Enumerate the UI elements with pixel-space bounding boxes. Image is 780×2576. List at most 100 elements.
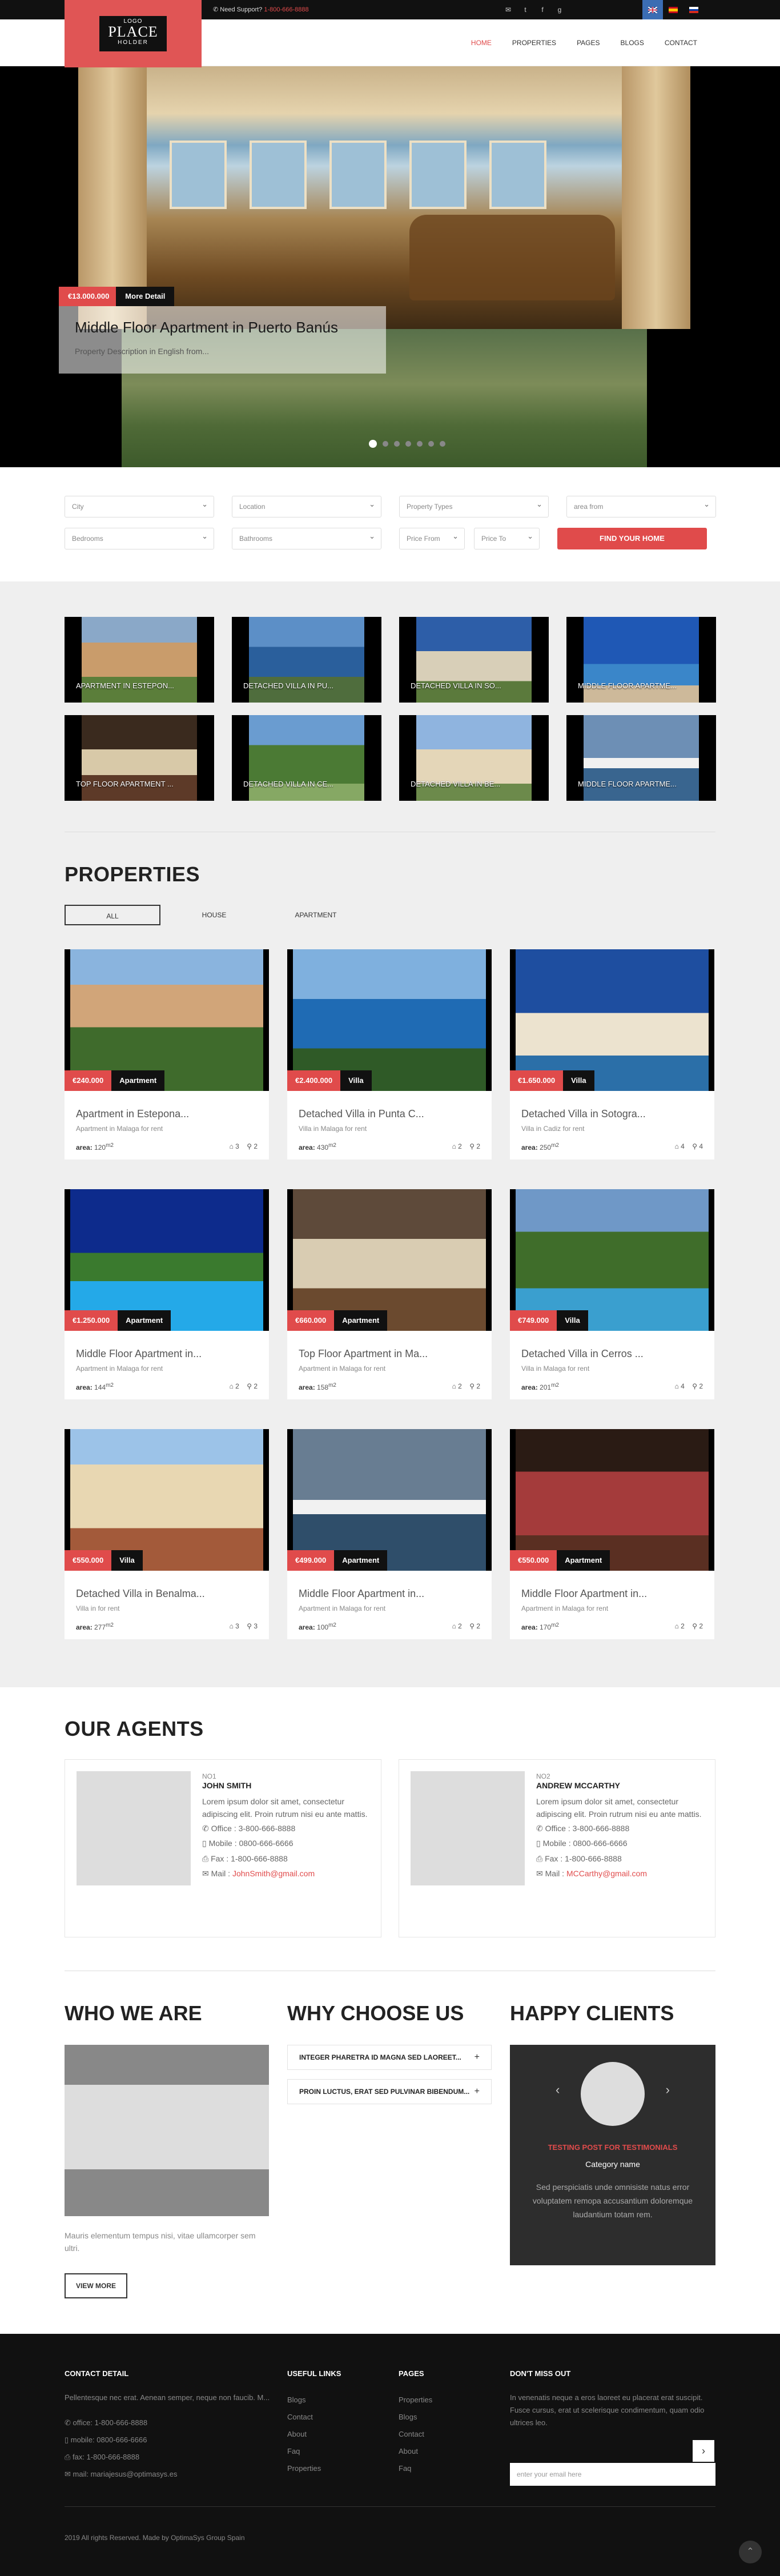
- agent-name[interactable]: ANDREW MCCARTHY: [536, 1780, 702, 1791]
- flag-ru-icon[interactable]: [683, 0, 704, 19]
- property-card[interactable]: €749.000 Villa Detached Villa in Cerros ..…: [510, 1189, 714, 1399]
- footer-page-about[interactable]: About: [399, 2443, 432, 2460]
- property-price: €499.000: [287, 1550, 335, 1571]
- footer-link-faq[interactable]: Faq: [287, 2443, 341, 2460]
- property-meta: area: 250m2 ⌂ 4 ⚲ 4: [521, 1142, 703, 1151]
- property-photo[interactable]: €2.400.000 Villa: [287, 949, 492, 1091]
- location-select[interactable]: Location: [232, 496, 381, 517]
- property-title[interactable]: Middle Floor Apartment in...: [76, 1348, 269, 1360]
- main-nav: HOME PROPERTIES PAGES BLOGS CONTACT: [471, 39, 697, 47]
- accordion-item[interactable]: INTEGER PHARETRA ID MAGNA SED LAOREET...: [287, 2045, 492, 2070]
- property-title[interactable]: Detached Villa in Benalma...: [76, 1588, 269, 1600]
- property-card[interactable]: €240.000 Apartment Apartment in Estepona..…: [65, 949, 269, 1159]
- footer-link-about[interactable]: About: [287, 2426, 341, 2443]
- property-photo[interactable]: €1.250.000 Apartment: [65, 1189, 269, 1331]
- property-baths: 2: [699, 1382, 703, 1390]
- footer-page-properties[interactable]: Properties: [399, 2392, 432, 2409]
- slider-dot[interactable]: [417, 441, 423, 447]
- property-types-select[interactable]: Property Types: [399, 496, 549, 517]
- property-card[interactable]: €2.400.000 Villa Detached Villa in Punta C…: [287, 949, 492, 1159]
- filter-apartment[interactable]: APARTMENT: [268, 905, 364, 925]
- property-title[interactable]: Detached Villa in Cerros ...: [521, 1348, 714, 1360]
- more-detail-button[interactable]: More Detail: [116, 287, 175, 306]
- price-from-select[interactable]: Price From: [399, 528, 465, 549]
- footer-page-faq[interactable]: Faq: [399, 2460, 432, 2477]
- googleplus-icon[interactable]: g: [554, 4, 565, 15]
- property-title[interactable]: Apartment in Estepona...: [76, 1108, 269, 1120]
- filter-house[interactable]: HOUSE: [166, 905, 262, 925]
- footer-link-blogs[interactable]: Blogs: [287, 2392, 341, 2409]
- featured-tile[interactable]: DETACHED VILLA IN SO...: [399, 617, 549, 703]
- mail-icon[interactable]: ✉: [502, 4, 514, 15]
- flag-en-icon[interactable]: [642, 0, 663, 19]
- property-title[interactable]: Detached Villa in Sotogra...: [521, 1108, 714, 1120]
- bathrooms-select[interactable]: Bathrooms: [232, 528, 381, 549]
- property-card[interactable]: €499.000 Apartment Middle Floor Apartment …: [287, 1429, 492, 1639]
- city-select[interactable]: City: [65, 496, 214, 517]
- hero-title[interactable]: Middle Floor Apartment in Puerto Banús: [75, 319, 370, 336]
- property-photo[interactable]: €749.000 Villa: [510, 1189, 714, 1331]
- chevron-left-icon[interactable]: ‹: [556, 2083, 560, 2097]
- accordion-item[interactable]: PROIN LUCTUS, ERAT SED PULVINAR BIBENDUM…: [287, 2079, 492, 2104]
- property-photo[interactable]: €660.000 Apartment: [287, 1189, 492, 1331]
- slider-dot[interactable]: [405, 441, 411, 447]
- slider-dot[interactable]: [440, 441, 445, 447]
- area-from-select[interactable]: area from: [566, 496, 716, 517]
- view-more-button[interactable]: VIEW MORE: [65, 2273, 127, 2298]
- arrow-right-icon[interactable]: ›: [693, 2440, 714, 2462]
- logo[interactable]: LOGO PLACE HOLDER: [65, 0, 202, 67]
- flag-es-icon[interactable]: [663, 0, 683, 19]
- property-card[interactable]: €1.650.000 Villa Detached Villa in Sotogra…: [510, 949, 714, 1159]
- find-your-home-button[interactable]: FIND YOUR HOME: [557, 528, 707, 549]
- featured-tile[interactable]: DETACHED VILLA IN CE...: [232, 715, 381, 801]
- footer-page-blogs[interactable]: Blogs: [399, 2409, 432, 2426]
- property-photo[interactable]: €240.000 Apartment: [65, 949, 269, 1091]
- property-title[interactable]: Detached Villa in Punta C...: [299, 1108, 492, 1120]
- property-photo[interactable]: €550.000 Apartment: [510, 1429, 714, 1571]
- property-card[interactable]: €660.000 Apartment Top Floor Apartment in …: [287, 1189, 492, 1399]
- slider-dot[interactable]: [428, 441, 434, 447]
- footer-page-contact[interactable]: Contact: [399, 2426, 432, 2443]
- featured-tile[interactable]: MIDDLE FLOOR APARTME...: [566, 617, 716, 703]
- facebook-icon[interactable]: f: [537, 4, 548, 15]
- featured-tile[interactable]: DETACHED VILLA IN PU...: [232, 617, 381, 703]
- property-title[interactable]: Middle Floor Apartment in...: [521, 1588, 714, 1600]
- support-info: ✆ Need Support? 1-800-666-8888: [213, 6, 309, 13]
- property-photo[interactable]: €550.000 Villa: [65, 1429, 269, 1571]
- property-title[interactable]: Top Floor Apartment in Ma...: [299, 1348, 492, 1360]
- property-photo[interactable]: €499.000 Apartment: [287, 1429, 492, 1571]
- agent-office: ✆ Office : 3-800-666-8888: [202, 1824, 296, 1833]
- nav-pages[interactable]: PAGES: [577, 39, 600, 47]
- bedrooms-select[interactable]: Bedrooms: [65, 528, 214, 549]
- slider-dot[interactable]: [394, 441, 400, 447]
- filter-all[interactable]: ALL: [65, 905, 160, 925]
- chevron-right-icon[interactable]: ›: [666, 2083, 670, 2097]
- price-to-select[interactable]: Price To: [474, 528, 540, 549]
- bath-icon: ⚲: [692, 1622, 699, 1630]
- support-phone[interactable]: 1-800-666-8888: [264, 6, 308, 13]
- scroll-to-top-icon[interactable]: ⌃: [739, 2541, 762, 2563]
- nav-blogs[interactable]: BLOGS: [621, 39, 644, 47]
- property-card[interactable]: €1.250.000 Apartment Middle Floor Apartmen…: [65, 1189, 269, 1399]
- who-we-are-text: Mauris elementum tempus nisi, vitae ulla…: [65, 2231, 256, 2253]
- property-card[interactable]: €550.000 Villa Detached Villa in Benalma..…: [65, 1429, 269, 1639]
- property-photo[interactable]: €1.650.000 Villa: [510, 949, 714, 1091]
- slider-dots: [0, 440, 780, 448]
- property-title[interactable]: Middle Floor Apartment in...: [299, 1588, 492, 1600]
- property-card[interactable]: €550.000 Apartment Middle Floor Apartment …: [510, 1429, 714, 1639]
- footer-link-contact[interactable]: Contact: [287, 2409, 341, 2426]
- featured-tile[interactable]: DETACHED VILLA IN BE...: [399, 715, 549, 801]
- slider-dot[interactable]: [383, 441, 388, 447]
- slider-dot[interactable]: [369, 440, 377, 448]
- newsletter-email-input[interactable]: enter your email here: [510, 2463, 715, 2486]
- featured-tile[interactable]: APARTMENT IN ESTEPON...: [65, 617, 214, 703]
- featured-tile[interactable]: MIDDLE FLOOR APARTME...: [566, 715, 716, 801]
- nav-contact[interactable]: CONTACT: [665, 39, 697, 47]
- featured-tile[interactable]: TOP FLOOR APARTMENT ...: [65, 715, 214, 801]
- nav-home[interactable]: HOME: [471, 39, 492, 47]
- agent-name[interactable]: JOHN SMITH: [202, 1780, 368, 1791]
- property-beds: 2: [458, 1622, 462, 1630]
- footer-link-properties[interactable]: Properties: [287, 2460, 341, 2477]
- nav-properties[interactable]: PROPERTIES: [512, 39, 556, 47]
- twitter-icon[interactable]: t: [520, 4, 531, 15]
